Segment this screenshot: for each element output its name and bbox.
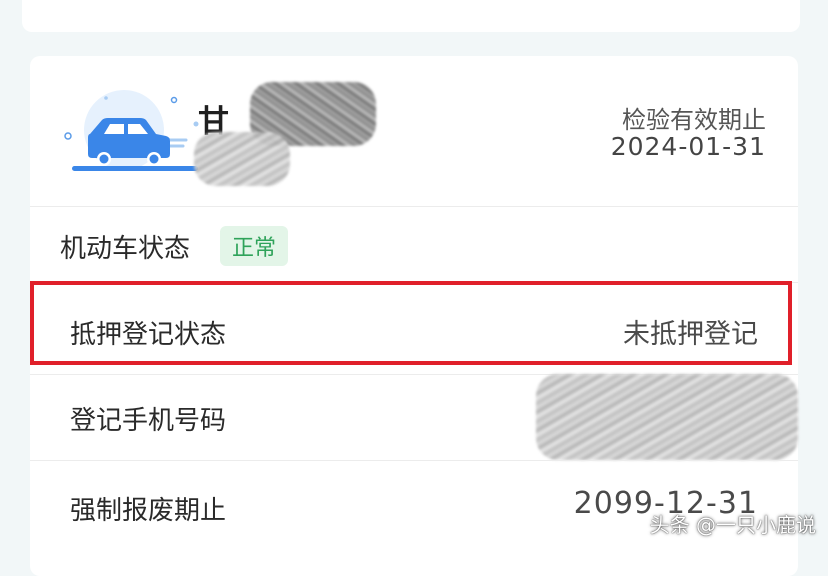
scrap-deadline-label: 强制报废期止 xyxy=(70,490,226,527)
motor-status-label: 机动车状态 xyxy=(60,228,190,265)
phone-label: 登记手机号码 xyxy=(70,400,226,437)
vehicle-header[interactable]: 甘 检验有效期止 2024-01-31 xyxy=(30,56,798,206)
watermark: 头条 @一只小鹿说 xyxy=(650,509,816,538)
status-badge: 正常 xyxy=(220,226,288,266)
phone-redaction xyxy=(536,374,798,460)
inspection-validity-label: 检验有效期止 xyxy=(622,100,766,135)
divider xyxy=(30,460,798,461)
highlight-box xyxy=(30,281,792,365)
plate-redaction-faded xyxy=(194,132,290,186)
inspection-validity-date: 2024-01-31 xyxy=(611,132,766,161)
car-icon xyxy=(54,88,204,178)
divider xyxy=(30,206,798,207)
previous-card xyxy=(22,0,800,32)
